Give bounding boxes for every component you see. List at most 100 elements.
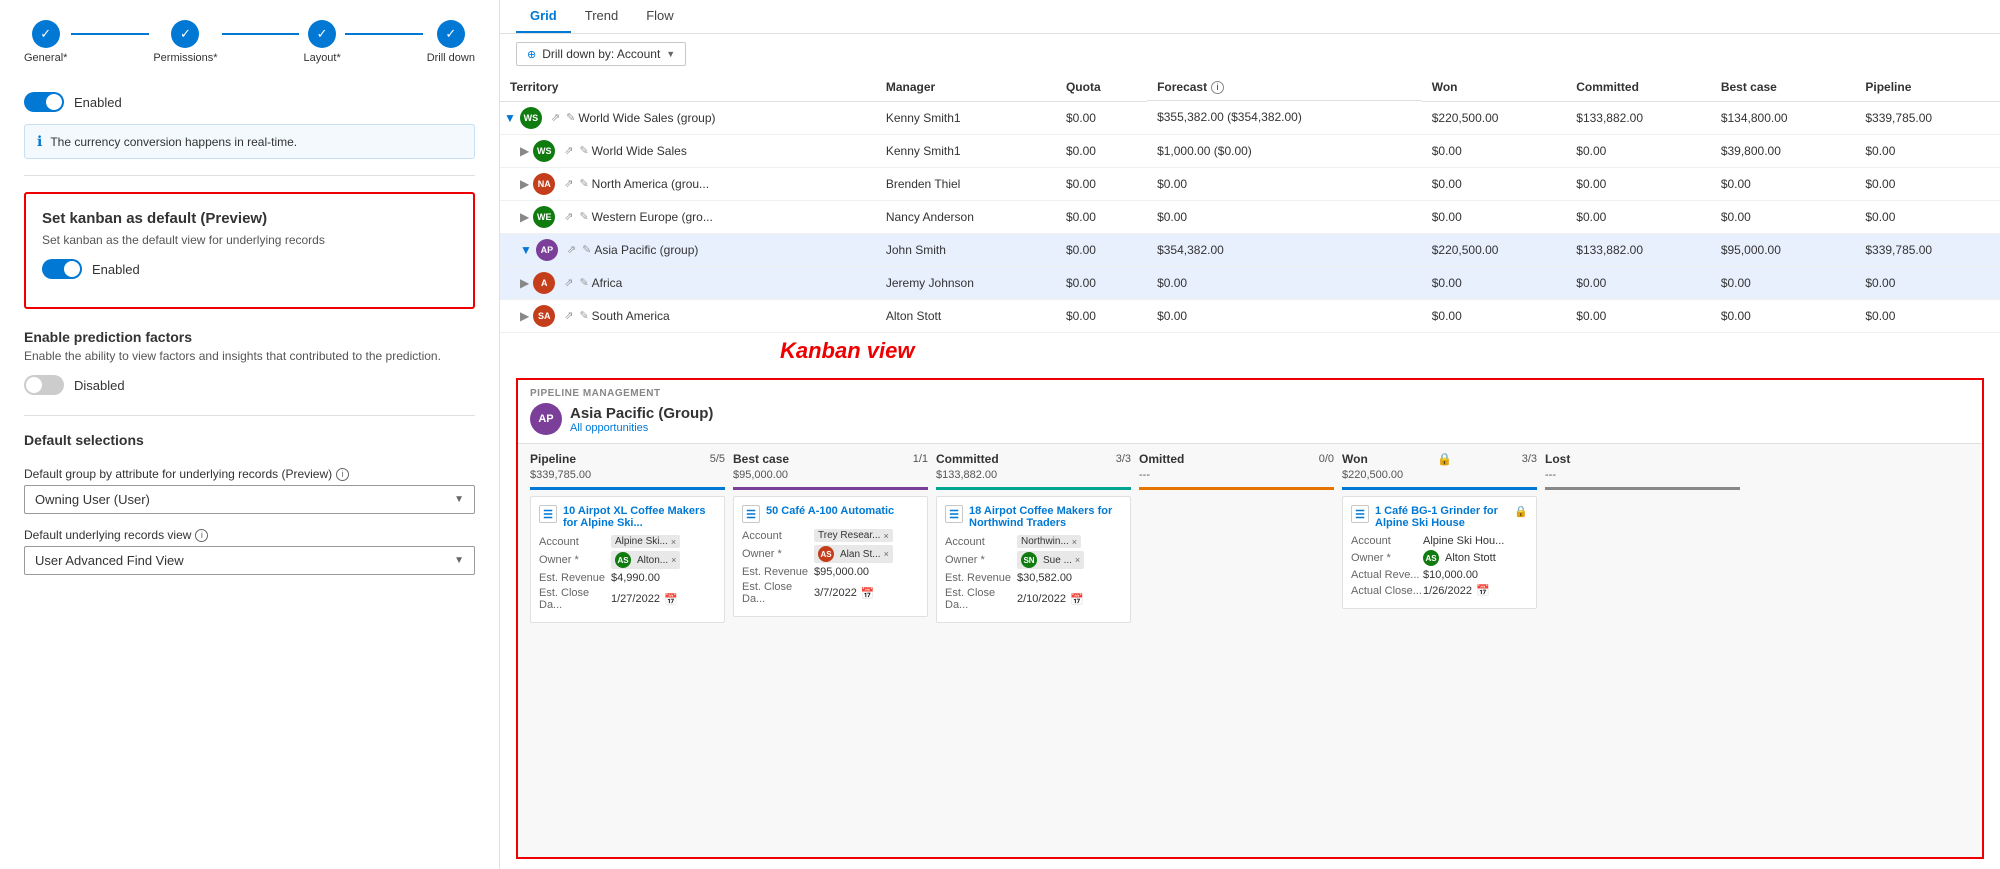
- prediction-toggle[interactable]: [24, 375, 64, 395]
- kanban-card[interactable]: ☰ 50 Café A-100 Automatic Account Trey R…: [733, 496, 928, 617]
- pipeline-cell: $0.00: [1855, 167, 2000, 200]
- divider-2: [24, 415, 475, 416]
- kanban-section-desc: Set kanban as the default view for under…: [42, 233, 457, 247]
- left-panel: ✓ General* ✓ Permissions* ✓ Layout* ✓ Dr…: [0, 0, 500, 869]
- group-by-select[interactable]: Owning User (User) ▼: [24, 485, 475, 514]
- link-icon[interactable]: ⇗: [564, 210, 573, 223]
- field-label: Est. Revenue: [539, 572, 611, 584]
- edit-icon[interactable]: ✎: [579, 276, 588, 289]
- field-label: Est. Close Da...: [539, 587, 611, 611]
- edit-icon[interactable]: ✎: [566, 111, 575, 124]
- step-drilldown[interactable]: ✓ Drill down: [427, 20, 475, 64]
- step-general[interactable]: ✓ General*: [24, 20, 67, 64]
- tag-remove-icon[interactable]: ×: [671, 537, 676, 547]
- group-by-label: Default group by attribute for underlyin…: [24, 467, 475, 481]
- row-expander[interactable]: ▼: [520, 243, 532, 257]
- quota-cell: $0.00: [1056, 200, 1147, 233]
- field-value: $30,582.00: [1017, 572, 1072, 584]
- tab-flow[interactable]: Flow: [632, 0, 687, 33]
- kanban-enabled-toggle[interactable]: [42, 259, 82, 279]
- row-expander-top[interactable]: ▼: [504, 111, 516, 125]
- link-icon[interactable]: ⇗: [564, 144, 573, 157]
- row-expander[interactable]: ▶: [520, 309, 529, 323]
- edit-icon[interactable]: ✎: [582, 243, 591, 256]
- calendar-icon[interactable]: 📅: [1070, 593, 1084, 606]
- col-quota[interactable]: Quota: [1056, 74, 1147, 101]
- col-manager[interactable]: Manager: [876, 74, 1056, 101]
- tag-remove-icon[interactable]: ×: [671, 555, 676, 565]
- link-icon[interactable]: ⇗: [567, 243, 576, 256]
- row-expander[interactable]: ▶: [520, 177, 529, 191]
- edit-icon[interactable]: ✎: [579, 210, 588, 223]
- tag-remove-icon[interactable]: ×: [1075, 555, 1080, 565]
- edit-icon[interactable]: ✎: [579, 144, 588, 157]
- col-won[interactable]: Won: [1422, 74, 1567, 101]
- kanban-card[interactable]: ☰ 18 Airpot Coffee Makers for Northwind …: [936, 496, 1131, 623]
- col-pipeline[interactable]: Pipeline: [1855, 74, 2000, 101]
- territory-name: Africa: [592, 276, 623, 290]
- quota-cell: $0.00: [1056, 233, 1147, 266]
- territory-name: Western Europe (gro...: [592, 210, 713, 224]
- view-select[interactable]: User Advanced Find View ▼: [24, 546, 475, 575]
- pipeline-mgmt-label: PIPELINE MANAGEMENT: [530, 388, 1970, 399]
- territory-name: South America: [592, 309, 670, 323]
- edit-icon[interactable]: ✎: [579, 177, 588, 190]
- card-field-row: Est. Revenue $4,990.00: [539, 572, 716, 584]
- drill-down-button[interactable]: ⊕ Drill down by: Account ▼: [516, 42, 686, 66]
- manager-cell: John Smith: [876, 233, 1056, 266]
- field-val: Trey Resear...×: [814, 529, 919, 542]
- step-permissions-label: Permissions*: [153, 52, 217, 64]
- kanban-card[interactable]: ☰ 1 Café BG-1 Grinder for Alpine Ski Hou…: [1342, 496, 1537, 609]
- card-item-icon: ☰: [742, 505, 760, 523]
- col-amount: $95,000.00: [733, 469, 788, 481]
- col-committed[interactable]: Committed: [1566, 74, 1711, 101]
- col-amount: ---: [1545, 469, 1556, 481]
- step-layout[interactable]: ✓ Layout*: [303, 20, 340, 64]
- tag-remove-icon[interactable]: ×: [883, 531, 888, 541]
- tag-remove-icon[interactable]: ×: [884, 549, 889, 559]
- field-label: Est. Close Da...: [945, 587, 1017, 611]
- link-icon[interactable]: ⇗: [564, 177, 573, 190]
- calendar-icon[interactable]: 📅: [664, 593, 678, 606]
- drill-label: Drill down by: Account: [542, 47, 660, 61]
- committed-cell: $0.00: [1566, 266, 1711, 299]
- col-territory[interactable]: Territory: [500, 74, 876, 101]
- field-label: Owner *: [539, 554, 611, 566]
- kanban-view-label: Kanban view: [500, 338, 2000, 368]
- kanban-col-won: Won 🔒 3/3 $220,500.00 ☰ 1 Café BG-1 Grin…: [1342, 452, 1537, 849]
- link-icon[interactable]: ⇗: [564, 276, 573, 289]
- tab-grid[interactable]: Grid: [516, 0, 571, 33]
- calendar-icon[interactable]: 📅: [1476, 584, 1490, 597]
- manager-cell: Jeremy Johnson: [876, 266, 1056, 299]
- row-expander[interactable]: ▶: [520, 144, 529, 158]
- won-cell: $0.00: [1422, 266, 1567, 299]
- enabled-toggle[interactable]: [24, 92, 64, 112]
- owner-avatar: AS: [615, 552, 631, 568]
- link-icon[interactable]: ⇗: [564, 309, 573, 322]
- tag-remove-icon[interactable]: ×: [1072, 537, 1077, 547]
- row-expander[interactable]: ▶: [520, 210, 529, 224]
- card-field-row: Owner * ASAlan St...×: [742, 545, 919, 563]
- won-cell: $220,500.00: [1422, 233, 1567, 266]
- pipeline-cell: $0.00: [1855, 200, 2000, 233]
- col-best-case[interactable]: Best case: [1711, 74, 1856, 101]
- manager-cell: Kenny Smith1: [876, 134, 1056, 167]
- territory-avatar: WE: [533, 206, 555, 228]
- tab-trend[interactable]: Trend: [571, 0, 632, 33]
- edit-icon[interactable]: ✎: [579, 309, 588, 322]
- col-forecast[interactable]: Forecast i: [1147, 74, 1422, 101]
- calendar-icon[interactable]: 📅: [861, 587, 875, 600]
- committed-cell: $0.00: [1566, 299, 1711, 332]
- territory-name: Asia Pacific (group): [594, 243, 698, 257]
- step-permissions[interactable]: ✓ Permissions*: [153, 20, 217, 64]
- best-case-cell: $0.00: [1711, 266, 1856, 299]
- territory-name: North America (grou...: [592, 177, 709, 191]
- col-lock-icon: 🔒: [1437, 452, 1452, 466]
- link-icon[interactable]: ⇗: [551, 111, 560, 124]
- kanban-card[interactable]: ☰ 10 Airpot XL Coffee Makers for Alpine …: [530, 496, 725, 623]
- card-field-row: Owner * ASAlton...×: [539, 551, 716, 569]
- row-expander[interactable]: ▶: [520, 276, 529, 290]
- kanban-col-committed: Committed 3/3 $133,882.00 ☰ 18 Airpot Co…: [936, 452, 1131, 849]
- table-row: ▶ SA ⇗ ✎ South America: [500, 299, 876, 332]
- card-field-row: Est. Revenue $30,582.00: [945, 572, 1122, 584]
